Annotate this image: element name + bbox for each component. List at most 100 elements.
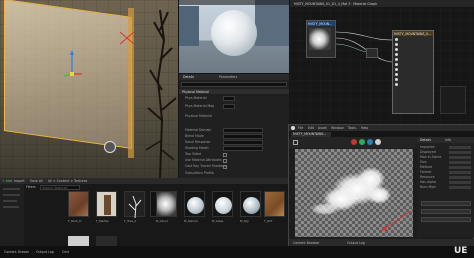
info-value: [449, 156, 471, 159]
detail-value[interactable]: [223, 146, 263, 151]
material-result-node[interactable]: MISTY_MOUNTAINS_0...: [392, 30, 434, 114]
info-value: [449, 166, 471, 169]
graph-minimap: [440, 86, 466, 114]
texture-info-panel: Details Info Imported Displayed Max In-G…: [417, 137, 474, 237]
texture-editor-window: File Edit Asset Window Tools Help MISTY_…: [288, 124, 474, 247]
detail-row: Subsurface Profile: [185, 171, 214, 175]
asset-label: M_Sky: [240, 219, 249, 223]
info-value: [449, 171, 471, 174]
red-channel-toggle[interactable]: [351, 139, 357, 145]
settings-dropdown[interactable]: [421, 201, 471, 206]
tab-texture-info[interactable]: Info: [445, 138, 451, 142]
content-drawer-button[interactable]: Content Drawer: [4, 250, 29, 254]
folder-item[interactable]: [3, 194, 20, 196]
add-button[interactable]: + Add: [2, 179, 12, 183]
browser-filterbar: Filters Search Textures: [26, 185, 286, 190]
folder-item[interactable]: [3, 200, 17, 202]
menu-edit[interactable]: Edit: [308, 126, 314, 130]
transform-gizmo[interactable]: [60, 48, 84, 80]
detail-value[interactable]: [223, 134, 263, 139]
details-rows: Phys Material Phys Material Map Physical…: [179, 96, 289, 178]
detail-value[interactable]: [223, 104, 235, 109]
asset-thumbnail[interactable]: [68, 236, 89, 246]
detail-row: Phys Material: [179, 96, 289, 102]
asset-thumbnail[interactable]: [124, 191, 145, 219]
alpha-channel-toggle[interactable]: [375, 139, 381, 145]
material-node-title: MISTY_MOUNTAINS_0...: [393, 31, 433, 36]
detail-row: Phys Material Map: [179, 104, 289, 110]
filters-button[interactable]: Filters: [26, 185, 36, 189]
status-bar: Content Drawer Output Log Cmd UE: [0, 246, 474, 258]
footer-content-browser[interactable]: Content Browser: [293, 241, 320, 245]
ue-logo: UE: [454, 246, 468, 256]
info-value: [449, 151, 471, 154]
output-log-button[interactable]: Output Log: [36, 250, 54, 254]
checkbox[interactable]: [223, 164, 227, 169]
save-all-button[interactable]: Save All: [30, 179, 43, 183]
info-value: [449, 176, 471, 179]
import-button[interactable]: Import: [14, 179, 25, 183]
settings-dropdown-3[interactable]: [421, 217, 471, 222]
info-row: Num Mips: [417, 185, 474, 191]
cmd-input[interactable]: Cmd: [62, 250, 69, 254]
asset-thumbnail[interactable]: [68, 191, 89, 217]
asset-label: T_Marble: [96, 219, 109, 223]
checkbox[interactable]: [223, 152, 227, 157]
details-section-header: Physical Material: [179, 89, 289, 94]
preview-toolbar: [179, 0, 289, 5]
asset-search-input[interactable]: Search Textures: [40, 185, 80, 190]
multiply-node[interactable]: [366, 48, 378, 58]
breadcrumb[interactable]: All > Content > Textures: [48, 179, 87, 183]
asset-thumbnail[interactable]: [212, 191, 233, 217]
asset-thumbnail[interactable]: [156, 191, 177, 217]
info-value: [449, 146, 471, 149]
menu-help[interactable]: Help: [361, 126, 368, 130]
details-panel: Details Parameters Physical Material Phy…: [179, 74, 289, 178]
material-node-pins: [393, 36, 433, 90]
detail-value[interactable]: [223, 140, 263, 145]
checkbox[interactable]: [223, 158, 227, 163]
asset-label: M_Sphere: [184, 219, 198, 223]
tab-parameters[interactable]: Parameters: [219, 75, 237, 79]
folder-item[interactable]: [3, 188, 20, 190]
asset-thumbnail[interactable]: [96, 236, 117, 246]
folder-item[interactable]: [3, 206, 19, 208]
material-graph[interactable]: MISTY_MOUNTAINS_01_D1_4_Mat 3 · Material…: [290, 0, 474, 124]
detail-value[interactable]: [223, 96, 235, 101]
texture-preview-canvas[interactable]: [295, 149, 413, 237]
asset-label: M_Glass: [212, 219, 224, 223]
level-viewport[interactable]: [0, 0, 178, 178]
camera-orb-icon[interactable]: [104, 141, 116, 153]
tab-details[interactable]: Details: [183, 75, 194, 79]
red-arrow-annotation: [380, 210, 412, 232]
info-tabs: Details Info: [417, 137, 474, 143]
menu-tools[interactable]: Tools: [348, 126, 356, 130]
asset-label: T_Dirt: [264, 219, 273, 223]
green-channel-toggle[interactable]: [359, 139, 365, 145]
asset-thumbnail[interactable]: [240, 191, 261, 217]
info-value: [449, 186, 471, 189]
blue-channel-toggle[interactable]: [367, 139, 373, 145]
footer-output-log[interactable]: Output Log: [347, 241, 365, 245]
asset-thumbnail[interactable]: [264, 191, 285, 217]
save-icon[interactable]: [293, 140, 298, 145]
details-tabs: Details Parameters: [179, 74, 289, 80]
detail-row: Physical Material: [185, 114, 212, 118]
tab-texture-details[interactable]: Details: [420, 138, 431, 142]
asset-label: T_Tree_A: [124, 219, 137, 223]
menu-window[interactable]: Window: [331, 126, 344, 130]
details-search[interactable]: [181, 82, 287, 87]
info-value: [449, 161, 471, 164]
detail-row: Cast Ray Traced Shadows: [185, 164, 227, 169]
settings-dropdown-2[interactable]: [421, 209, 471, 214]
material-preview[interactable]: [179, 0, 289, 73]
asset-label: M_Cloud: [156, 219, 168, 223]
asset-thumbnail[interactable]: [96, 191, 117, 217]
detail-value[interactable]: [223, 128, 263, 133]
tab-texture-asset[interactable]: MISTY_MOUNTAINS...: [291, 131, 331, 137]
ue-logo-icon: [291, 126, 295, 130]
building-backdrop-2: [255, 0, 289, 46]
asset-thumbnail[interactable]: [184, 191, 205, 217]
menu-asset[interactable]: Asset: [318, 126, 327, 130]
menu-file[interactable]: File: [298, 126, 303, 130]
